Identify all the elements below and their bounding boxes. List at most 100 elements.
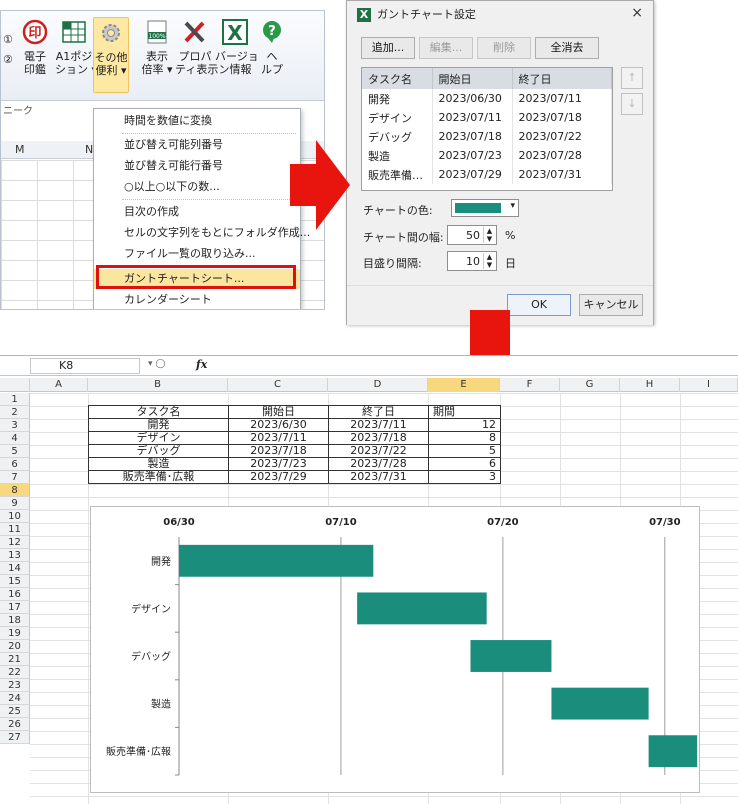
menu-item-time-to-number[interactable]: 時間を数値に変換 — [94, 111, 300, 131]
name-box[interactable]: K8 — [30, 358, 140, 374]
column-header[interactable]: H — [620, 378, 680, 392]
row-header[interactable]: 25 — [0, 705, 30, 718]
a1-position-icon — [59, 17, 89, 47]
list-item[interactable]: 製造 2023/07/23 2023/07/28 — [362, 146, 612, 165]
close-button[interactable]: × — [631, 5, 643, 21]
row-header[interactable]: 13 — [0, 549, 30, 562]
gap-width-stepper[interactable]: 50 ▲ ▼ — [447, 225, 497, 245]
row-header[interactable]: 2 — [0, 406, 30, 419]
row-header[interactable]: 3 — [0, 419, 30, 432]
move-down-button[interactable]: ↓ — [621, 93, 643, 115]
tick-interval-stepper[interactable]: 10 ▲ ▼ — [447, 251, 497, 271]
column-header[interactable]: F — [500, 378, 560, 392]
menu-item-sortable-col[interactable]: 並び替え可能列番号 — [94, 135, 300, 155]
menu-separator — [122, 199, 296, 200]
menu-item-sortable-row[interactable]: 並び替え可能行番号 — [94, 156, 300, 176]
edit-button[interactable]: 編集... — [419, 37, 473, 59]
chevron-down-icon[interactable]: ▾ ◯ — [148, 359, 165, 369]
ribbon-group-label: ニーク — [3, 106, 33, 117]
table-row: 開発 2023/6/30 2023/7/11 12 — [88, 418, 501, 432]
column-header[interactable]: C — [228, 378, 328, 392]
a1-position-button[interactable]: A1ポジ ション ▾ — [55, 17, 97, 76]
row-header[interactable]: 10 — [0, 510, 30, 523]
color-swatch — [455, 203, 501, 213]
row-header[interactable]: 16 — [0, 588, 30, 601]
table-row: デバッグ 2023/7/18 2023/7/22 5 — [88, 444, 501, 458]
row-header[interactable]: 4 — [0, 432, 30, 445]
gantt-bar — [648, 735, 698, 768]
move-up-button[interactable]: ↑ — [621, 67, 643, 89]
gantt-chart[interactable]: 06/30 07/10 07/20 07/30 開発 デザイン デバッグ 製造 販売準備･広報 — [90, 506, 700, 793]
row-header[interactable]: 22 — [0, 666, 30, 679]
menu-item-range-count[interactable]: ○以上○以下の数... — [94, 177, 300, 197]
column-header[interactable]: G — [560, 378, 620, 392]
electronic-seal-button[interactable]: 印 電子 印鑑 — [17, 17, 53, 76]
list-item[interactable]: 開発 2023/06/30 2023/07/11 — [362, 89, 612, 108]
row-header[interactable]: 9 — [0, 497, 30, 510]
row-header[interactable]: 27 — [0, 731, 30, 744]
clear-all-button[interactable]: 全消去 — [535, 37, 599, 59]
gear-icon — [96, 18, 126, 48]
help-button[interactable]: ? ヘ ルプ — [257, 17, 287, 76]
row-header[interactable]: 18 — [0, 614, 30, 627]
list-item[interactable]: 販売準備… 2023/07/29 2023/07/31 — [362, 165, 612, 184]
add-button[interactable]: 追加... — [361, 37, 415, 59]
gap-unit: % — [505, 229, 516, 242]
menu-item-import-file-list[interactable]: ファイル一覧の取り込み... — [94, 244, 300, 264]
select-all-corner[interactable] — [0, 378, 30, 392]
task-list[interactable]: タスク名 開始日 終了日 開発 2023/06/30 2023/07/11 デザイン… — [361, 67, 613, 191]
column-header-row: A B C D E F G H I — [0, 378, 738, 392]
column-header[interactable]: I — [680, 378, 738, 392]
column-header[interactable]: A — [30, 378, 88, 392]
delete-button[interactable]: 削除 — [477, 37, 531, 59]
row-header[interactable]: 14 — [0, 562, 30, 575]
row-header-active[interactable]: 8 — [0, 484, 30, 497]
category-label: デバッグ — [131, 650, 171, 663]
row-header[interactable]: 1 — [0, 393, 30, 406]
row-header[interactable]: 6 — [0, 458, 30, 471]
right-arrow-icon — [290, 140, 350, 230]
spin-arrows-icon[interactable]: ▲ ▼ — [483, 253, 495, 269]
properties-button[interactable]: プロパ ティ表示 — [175, 17, 218, 76]
list-item[interactable]: デバッグ 2023/07/18 2023/07/22 — [362, 127, 612, 146]
column-header-active[interactable]: E — [428, 378, 500, 392]
chart-color-picker[interactable]: ▾ — [451, 199, 519, 217]
fx-icon[interactable]: fx — [196, 358, 207, 371]
row-header[interactable]: 26 — [0, 718, 30, 731]
row-header[interactable]: 19 — [0, 627, 30, 640]
svg-text:X: X — [227, 21, 243, 45]
cancel-button[interactable]: キャンセル — [579, 294, 643, 316]
menu-separator — [122, 133, 296, 134]
category-label: 販売準備･広報 — [106, 745, 171, 758]
menu-item-calendar[interactable]: カレンダーシート — [94, 290, 300, 309]
menu-item-toc[interactable]: 目次の作成 — [94, 202, 300, 222]
column-header[interactable]: B — [88, 378, 228, 392]
row-header[interactable]: 24 — [0, 692, 30, 705]
row-header[interactable]: 20 — [0, 640, 30, 653]
spreadsheet: K8 ▾ ◯ fx A B C D E F G H I 1 2 3 4 5 6 7 8 9 10 1… — [0, 355, 738, 804]
table-row: 製造 2023/7/23 2023/7/28 6 — [88, 457, 501, 471]
column-header-task: タスク名 — [362, 68, 433, 89]
column-header[interactable]: D — [328, 378, 428, 392]
row-header[interactable]: 12 — [0, 536, 30, 549]
row-header[interactable]: 11 — [0, 523, 30, 536]
spin-arrows-icon[interactable]: ▲ ▼ — [483, 227, 495, 243]
row-header[interactable]: 17 — [0, 601, 30, 614]
ribbon-bar: ① ② 印 電子 印鑑 A1ポジ ション ▾ その他 便利 ▾ 100% 表示 … — [1, 11, 324, 101]
other-utilities-button[interactable]: その他 便利 ▾ — [93, 17, 129, 93]
zoom-100-icon: 100% — [142, 17, 172, 47]
list-item[interactable]: デザイン 2023/07/11 2023/07/18 — [362, 108, 612, 127]
row-header[interactable]: 23 — [0, 679, 30, 692]
chevron-down-icon: ▾ — [510, 201, 515, 211]
zoom-button[interactable]: 100% 表示 倍率 ▾ — [139, 17, 175, 76]
gantt-bar — [179, 544, 374, 577]
row-header[interactable]: 21 — [0, 653, 30, 666]
row-header[interactable]: 7 — [0, 471, 30, 484]
dialog-title: X ガントチャート設定 — [357, 6, 476, 22]
row-header[interactable]: 15 — [0, 575, 30, 588]
tick-unit: 日 — [505, 257, 516, 270]
row-header[interactable]: 5 — [0, 445, 30, 458]
menu-item-create-folders[interactable]: セルの文字列をもとにフォルダ作成... — [94, 223, 310, 243]
version-info-button[interactable]: X バージョ ン情報 — [215, 17, 259, 76]
chart-color-label: チャートの色: — [363, 204, 433, 217]
